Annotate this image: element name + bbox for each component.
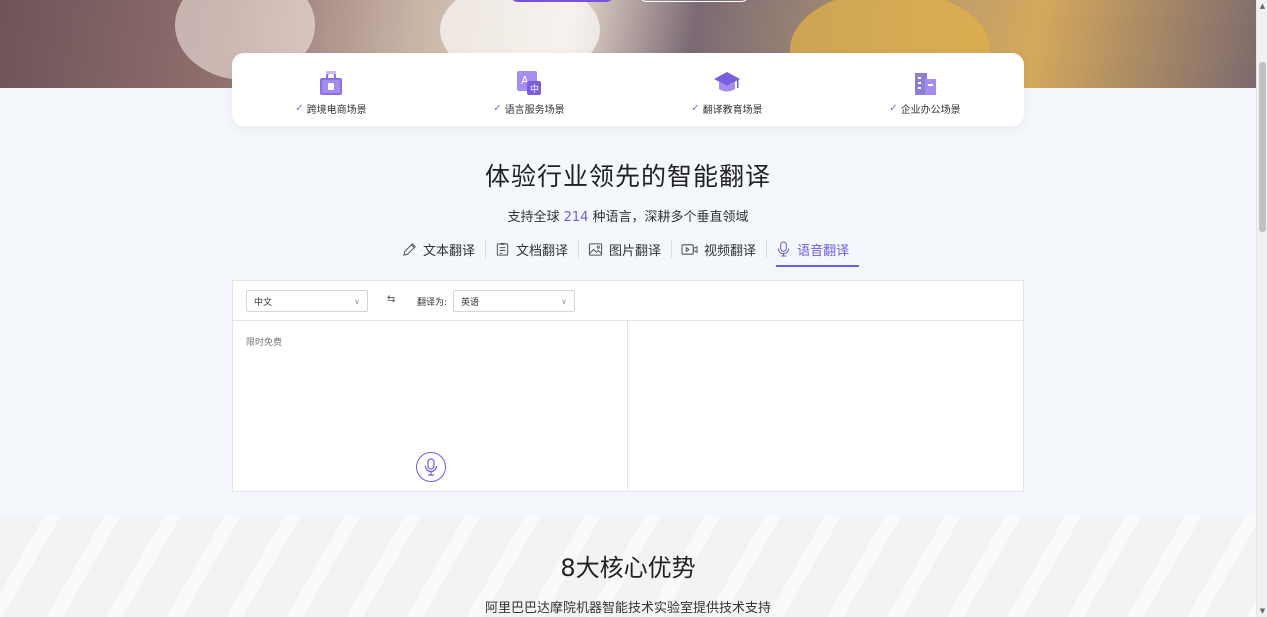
translation-type-tabs: 文本翻译 文档翻译 图片翻译 视频翻译 语音翻译 [392, 238, 860, 268]
microphone-icon [777, 241, 790, 257]
tab-image-translation[interactable]: 图片翻译 [578, 238, 671, 260]
hero-secondary-button[interactable] [638, 0, 750, 2]
advantages-title: 8大核心优势 [560, 554, 696, 582]
tab-text-translation[interactable]: 文本翻译 [392, 238, 485, 260]
shopping-bag-icon [317, 69, 345, 97]
svg-text:中: 中 [530, 83, 539, 95]
translation-panel: 中文 ∨ ⇆ 翻译为: 英语 ∨ 限时免费 [232, 280, 1024, 492]
free-notice: 限时免费 [246, 338, 283, 348]
section-subtitle: 支持全球 214 种语言，深耕多个垂直领域 [507, 210, 749, 225]
swap-languages-icon[interactable]: ⇆ [387, 294, 395, 305]
scene-language-service[interactable]: A 中 ✓ 语言服务场景 [430, 53, 628, 126]
hero-primary-button[interactable] [510, 0, 614, 2]
scene-cross-border-ecommerce[interactable]: ✓ 跨境电商场景 [232, 53, 430, 126]
pencil-icon [403, 242, 416, 256]
graduation-cap-icon [713, 69, 741, 97]
scene-label: ✓ 跨境电商场景 [295, 103, 367, 116]
scene-label: ✓ 语言服务场景 [493, 103, 565, 116]
scene-translation-education[interactable]: ✓ 翻译教育场景 [628, 53, 826, 126]
check-icon: ✓ [889, 103, 898, 114]
page-scrollbar[interactable]: ▲ ▼ [1256, 0, 1267, 617]
scroll-down-arrow-icon[interactable]: ▼ [1258, 607, 1267, 615]
check-icon: ✓ [493, 103, 502, 114]
scene-label: ✓ 翻译教育场景 [691, 103, 763, 116]
chevron-down-icon: ∨ [561, 296, 567, 306]
image-icon [588, 242, 603, 256]
scroll-up-arrow-icon[interactable]: ▲ [1258, 2, 1267, 10]
scenario-card: ✓ 跨境电商场景 A 中 ✓ 语言服务场景 ✓ 翻译教育场景 ✓ 企业办公场景 [232, 53, 1024, 126]
document-icon [496, 242, 509, 256]
scrollbar-thumb[interactable] [1259, 62, 1266, 232]
language-bar: 中文 ∨ ⇆ 翻译为: 英语 ∨ [233, 281, 1023, 321]
source-pane[interactable]: 限时免费 [233, 321, 628, 491]
tab-voice-translation[interactable]: 语音翻译 [766, 238, 860, 267]
source-language-select[interactable]: 中文 ∨ [246, 290, 368, 312]
target-language-label: 翻译为: [417, 298, 448, 308]
section-title: 体验行业领先的智能翻译 [484, 162, 771, 191]
chevron-down-icon: ∨ [354, 296, 360, 306]
video-icon [681, 243, 698, 255]
scene-enterprise-office[interactable]: ✓ 企业办公场景 [826, 53, 1024, 126]
language-translate-icon: A 中 [515, 69, 543, 97]
result-pane [629, 321, 1023, 491]
tab-document-translation[interactable]: 文档翻译 [485, 238, 578, 260]
tab-video-translation[interactable]: 视频翻译 [671, 238, 766, 260]
scene-label: ✓ 企业办公场景 [889, 103, 961, 116]
target-language-select[interactable]: 英语 ∨ [453, 290, 575, 312]
check-icon: ✓ [295, 103, 304, 114]
advantages-subtitle: 阿里巴巴达摩院机器智能技术实验室提供技术支持 [484, 601, 771, 616]
office-building-icon [911, 69, 939, 97]
record-voice-button[interactable] [416, 452, 446, 482]
language-count: 214 [563, 210, 589, 225]
check-icon: ✓ [691, 103, 700, 114]
microphone-icon [424, 458, 438, 476]
